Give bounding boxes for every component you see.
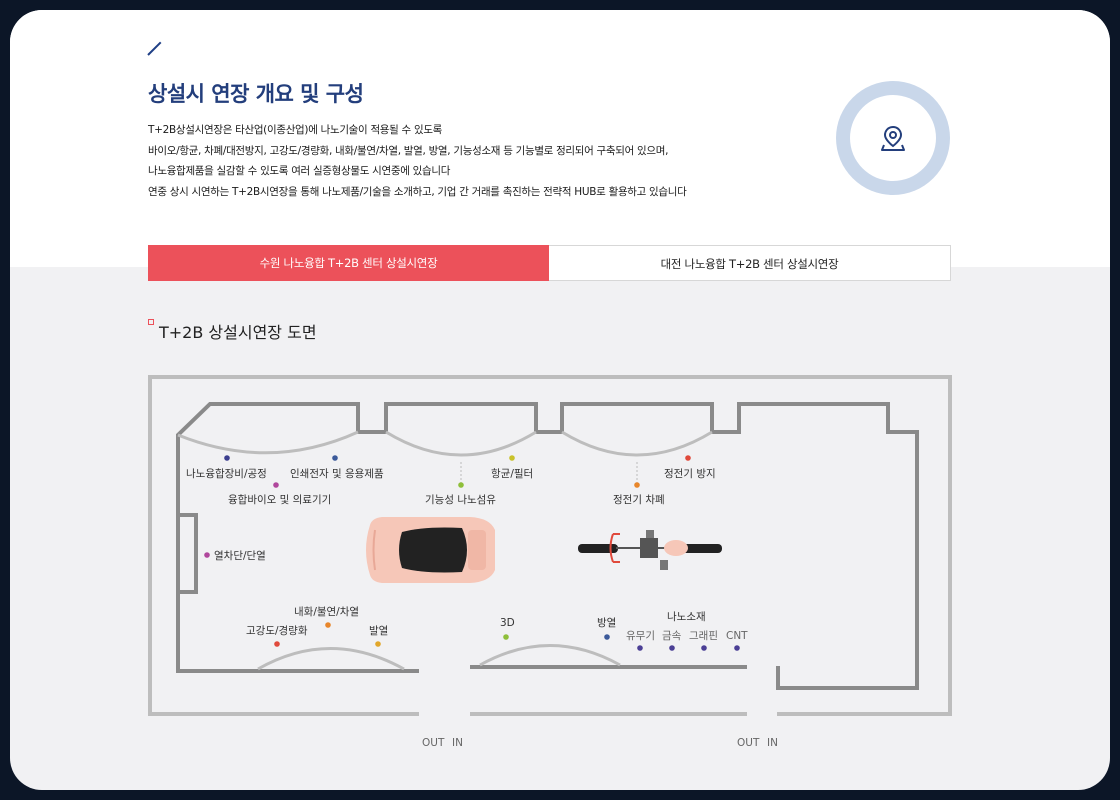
booth-dot	[375, 641, 381, 647]
booth-label: 기능성 나노섬유	[425, 494, 496, 506]
arc-wall	[479, 644, 621, 667]
booth-dot	[509, 455, 515, 461]
entry-label: IN	[452, 737, 463, 749]
booth-dot	[685, 455, 691, 461]
booth-dot	[332, 455, 338, 461]
floor-plan: 나노융합장비/공정 인쇄전자 및 응용제품 항균/필터 정전기 방지 융합바이오…	[148, 375, 952, 749]
arc-wall	[177, 430, 359, 455]
booth-label: CNT	[726, 630, 748, 642]
arc-wall	[257, 647, 405, 671]
inner-wall-right	[776, 664, 919, 690]
booth-label: 인쇄전자 및 응용제품	[290, 468, 384, 480]
booth-label: 나노소재	[667, 611, 706, 623]
booth-dot	[325, 622, 331, 628]
booth-label: 방열	[597, 617, 616, 629]
booth-label: 금속	[662, 630, 682, 642]
booth-label: 그래핀	[689, 630, 718, 642]
exit-label: OUT	[737, 737, 760, 749]
booth-label: 내화/불연/차열	[294, 606, 359, 618]
booth-label: 항균/필터	[491, 468, 533, 480]
booth-label: 발열	[369, 625, 388, 637]
booth-label: 나노융합장비/공정	[186, 468, 267, 480]
arc-wall	[561, 430, 713, 457]
booth-dot	[669, 645, 675, 651]
booth-dot	[274, 641, 280, 647]
booth-label: 정전기 방지	[664, 468, 716, 480]
booth-dot	[634, 482, 640, 488]
booth-dot	[224, 455, 230, 461]
booth-dot	[637, 645, 643, 651]
booth-dot	[734, 645, 740, 651]
arc-wall	[385, 430, 537, 457]
booth-dot	[701, 645, 707, 651]
booth-dot	[458, 482, 464, 488]
car-illustration	[366, 517, 495, 583]
booth-label: 정전기 차폐	[613, 494, 665, 506]
entry-label: IN	[767, 737, 778, 749]
booth-dot	[503, 634, 509, 640]
booth-dot	[273, 482, 279, 488]
booth-dot	[604, 634, 610, 640]
motorcycle-illustration	[578, 530, 722, 570]
left-alcove	[178, 513, 198, 594]
booth-label: 융합바이오 및 의료기기	[228, 494, 331, 506]
booth-label: 유무기	[626, 630, 655, 642]
booth-label: 열차단/단열	[214, 550, 266, 562]
browser-frame: 상설시 연장 개요 및 구성 T+2B상설시연장은 타산업(이종산업)에 나노기…	[10, 10, 1110, 790]
booth-label: 3D	[500, 617, 515, 629]
exit-label: OUT	[422, 737, 445, 749]
booth-label: 고강도/경량화	[246, 624, 308, 637]
booth-dot	[204, 552, 210, 558]
